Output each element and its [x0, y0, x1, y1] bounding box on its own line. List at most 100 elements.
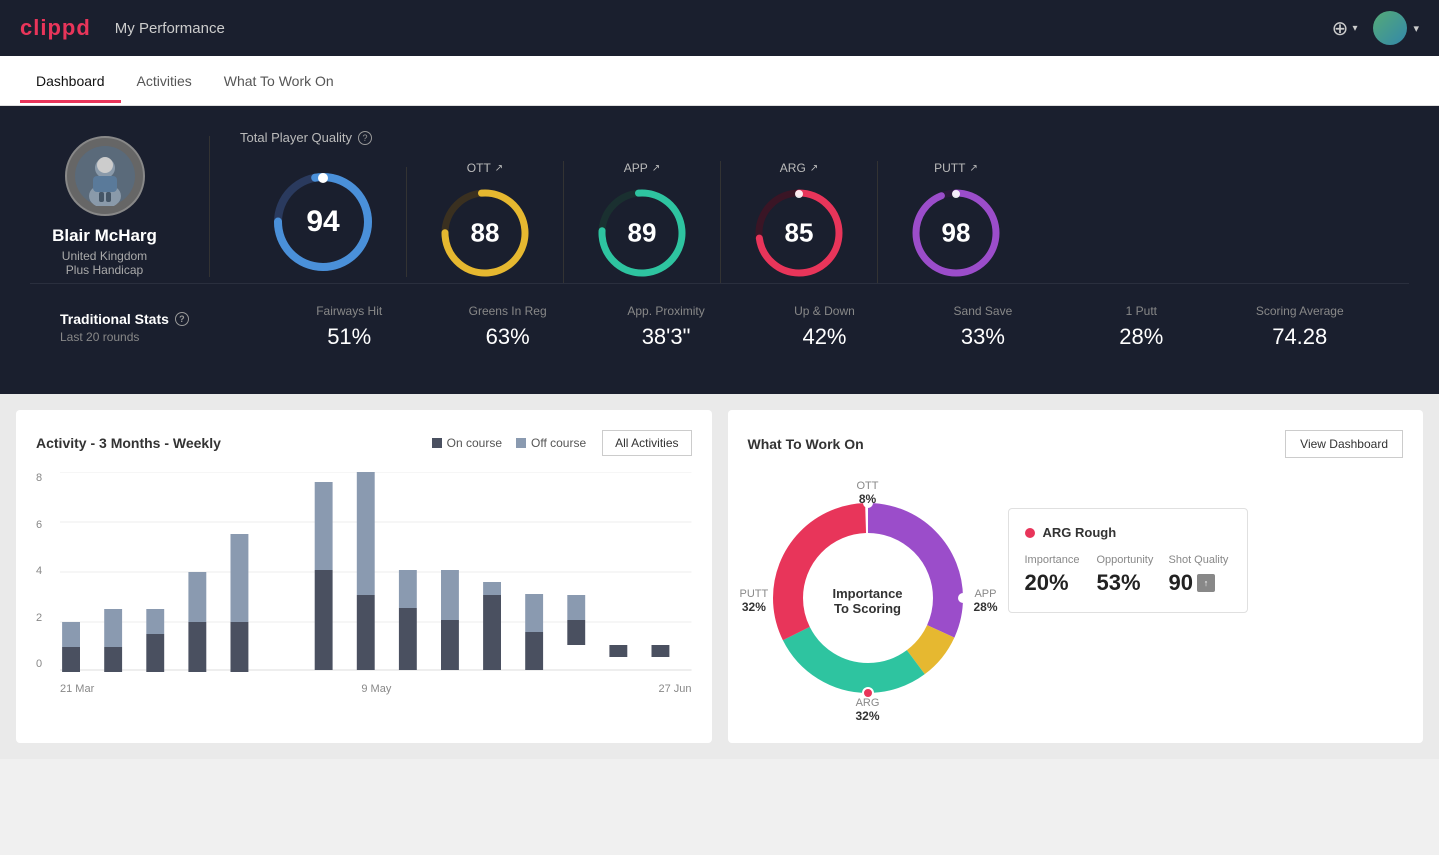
player-country: United Kingdom	[62, 249, 147, 263]
metric-name-importance: Importance	[1025, 554, 1087, 566]
activity-chart-svg	[60, 472, 692, 672]
arrow-arg-icon: ↗	[810, 163, 818, 174]
work-body: Importance To Scoring OTT 8% APP 28% ARG	[748, 478, 1404, 723]
ring-putt: 98	[906, 183, 1006, 283]
user-menu[interactable]: ▾	[1373, 11, 1419, 45]
tab-what-to-work-on[interactable]: What To Work On	[208, 59, 350, 103]
player-info: Blair McHarg United Kingdom Plus Handica…	[30, 136, 210, 277]
circle-label-arg: ARG ↗	[780, 161, 818, 175]
player-name: Blair McHarg	[52, 226, 157, 246]
app-header: clippd My Performance ⊕ ▾ ▾	[0, 0, 1439, 56]
stat-val-proximity: 38'3"	[642, 324, 691, 350]
all-activities-button[interactable]: All Activities	[602, 430, 691, 456]
user-chevron-icon: ▾	[1413, 22, 1419, 35]
circle-ott: OTT ↗ 88	[407, 161, 564, 283]
stat-val-greens: 63%	[486, 324, 530, 350]
chart-x-labels: 21 Mar 9 May 27 Jun	[60, 683, 692, 695]
stat-val-scoring: 74.28	[1272, 324, 1327, 350]
circle-arg: ARG ↗ 85	[721, 161, 878, 283]
stat-proximity: App. Proximity 38'3"	[587, 304, 745, 350]
donut-label-arg: ARG 32%	[855, 697, 879, 723]
ring-total: 94	[268, 167, 378, 277]
info-card-title: ARG Rough	[1025, 525, 1231, 540]
chart-title: Activity - 3 Months - Weekly	[36, 435, 221, 451]
donut-center-line2: To Scoring	[832, 601, 902, 616]
stat-name-fairways: Fairways Hit	[316, 304, 382, 318]
stat-val-oneputt: 28%	[1119, 324, 1163, 350]
legend-on-course: On course	[432, 436, 502, 450]
traditional-stats: Traditional Stats ? Last 20 rounds Fairw…	[30, 283, 1409, 370]
work-header: What To Work On View Dashboard	[748, 430, 1404, 458]
legend-dot-off	[516, 438, 526, 448]
work-on-panel: What To Work On View Dashboard	[728, 410, 1424, 743]
metric-importance: Importance 20%	[1025, 554, 1087, 596]
perf-top: Blair McHarg United Kingdom Plus Handica…	[30, 130, 1409, 283]
chart-body: 0 2 4 6 8	[36, 472, 692, 695]
stat-val-sandsave: 33%	[961, 324, 1005, 350]
header-right: ⊕ ▾ ▾	[1332, 11, 1419, 45]
plus-circle-icon: ⊕	[1332, 16, 1349, 41]
player-handicap: Plus Handicap	[66, 263, 143, 277]
red-dot-icon	[1025, 528, 1035, 538]
add-chevron-icon: ▾	[1352, 23, 1357, 34]
donut-label-ott: OTT 8%	[857, 480, 879, 506]
stat-sandsave: Sand Save 33%	[904, 304, 1062, 350]
circle-label-ott: OTT ↗	[467, 161, 503, 175]
y-label-8: 8	[36, 472, 52, 484]
trad-label: Traditional Stats ?	[60, 311, 210, 327]
circle-app: APP ↗ 89	[564, 161, 721, 283]
circle-label-putt: PUTT ↗	[934, 161, 978, 175]
info-metrics: Importance 20% Opportunity 53% Shot Qual…	[1025, 554, 1231, 596]
logo: clippd	[20, 15, 91, 41]
avatar	[1373, 11, 1407, 45]
circle-putt: PUTT ↗ 98	[878, 161, 1034, 283]
view-dashboard-button[interactable]: View Dashboard	[1285, 430, 1403, 458]
metric-shotquality: Shot Quality 90 ↑	[1169, 554, 1231, 596]
ring-value-putt: 98	[942, 218, 971, 249]
ring-value-arg: 85	[785, 218, 814, 249]
chart-svg-container: 21 Mar 9 May 27 Jun	[60, 472, 692, 695]
tab-activities[interactable]: Activities	[121, 59, 208, 103]
legend-off-course: Off course	[516, 436, 586, 450]
legend-dot-on	[432, 438, 442, 448]
metric-val-shotquality: 90 ↑	[1169, 570, 1231, 596]
arrow-putt-icon: ↗	[969, 163, 977, 174]
quality-info-icon[interactable]: ?	[358, 131, 372, 145]
donut-center: Importance To Scoring	[832, 586, 902, 616]
activity-panel: Activity - 3 Months - Weekly On course O…	[16, 410, 712, 743]
stat-name-proximity: App. Proximity	[627, 304, 704, 318]
quality-label: Total Player Quality ?	[240, 130, 1409, 145]
tab-dashboard[interactable]: Dashboard	[20, 59, 121, 103]
stat-name-updown: Up & Down	[794, 304, 855, 318]
stat-greens: Greens In Reg 63%	[428, 304, 586, 350]
player-avatar	[65, 136, 145, 216]
legend-label-on: On course	[447, 436, 502, 450]
bottom-panels: Activity - 3 Months - Weekly On course O…	[0, 394, 1439, 759]
header-left: clippd My Performance	[20, 15, 225, 41]
quality-circles: 94 OTT ↗ 88	[240, 161, 1409, 283]
tab-bar: Dashboard Activities What To Work On	[0, 56, 1439, 106]
ring-value-app: 89	[628, 218, 657, 249]
chart-header: Activity - 3 Months - Weekly On course O…	[36, 430, 692, 456]
circle-label-app: APP ↗	[624, 161, 660, 175]
legend-label-off: Off course	[531, 436, 586, 450]
donut-center-line1: Importance	[832, 586, 902, 601]
stat-name-scoring: Scoring Average	[1256, 304, 1344, 318]
shot-quality-badge: ↑	[1197, 574, 1215, 592]
stat-scoring: Scoring Average 74.28	[1221, 304, 1379, 350]
add-button[interactable]: ⊕ ▾	[1332, 16, 1358, 41]
quality-section: Total Player Quality ? 94	[210, 130, 1409, 283]
info-card: ARG Rough Importance 20% Opportunity 53%…	[1008, 508, 1248, 613]
chart-controls: On course Off course All Activities	[432, 430, 692, 456]
stat-name-greens: Greens In Reg	[469, 304, 547, 318]
metric-opportunity: Opportunity 53%	[1097, 554, 1159, 596]
x-label-2: 27 Jun	[658, 683, 691, 695]
performance-banner: Blair McHarg United Kingdom Plus Handica…	[0, 106, 1439, 394]
arrow-ott-icon: ↗	[495, 163, 503, 174]
stat-val-fairways: 51%	[327, 324, 371, 350]
y-label-4: 4	[36, 565, 52, 577]
arrow-app-icon: ↗	[652, 163, 660, 174]
metric-name-shotquality: Shot Quality	[1169, 554, 1231, 566]
trad-info-icon[interactable]: ?	[175, 312, 189, 326]
y-label-2: 2	[36, 612, 52, 624]
